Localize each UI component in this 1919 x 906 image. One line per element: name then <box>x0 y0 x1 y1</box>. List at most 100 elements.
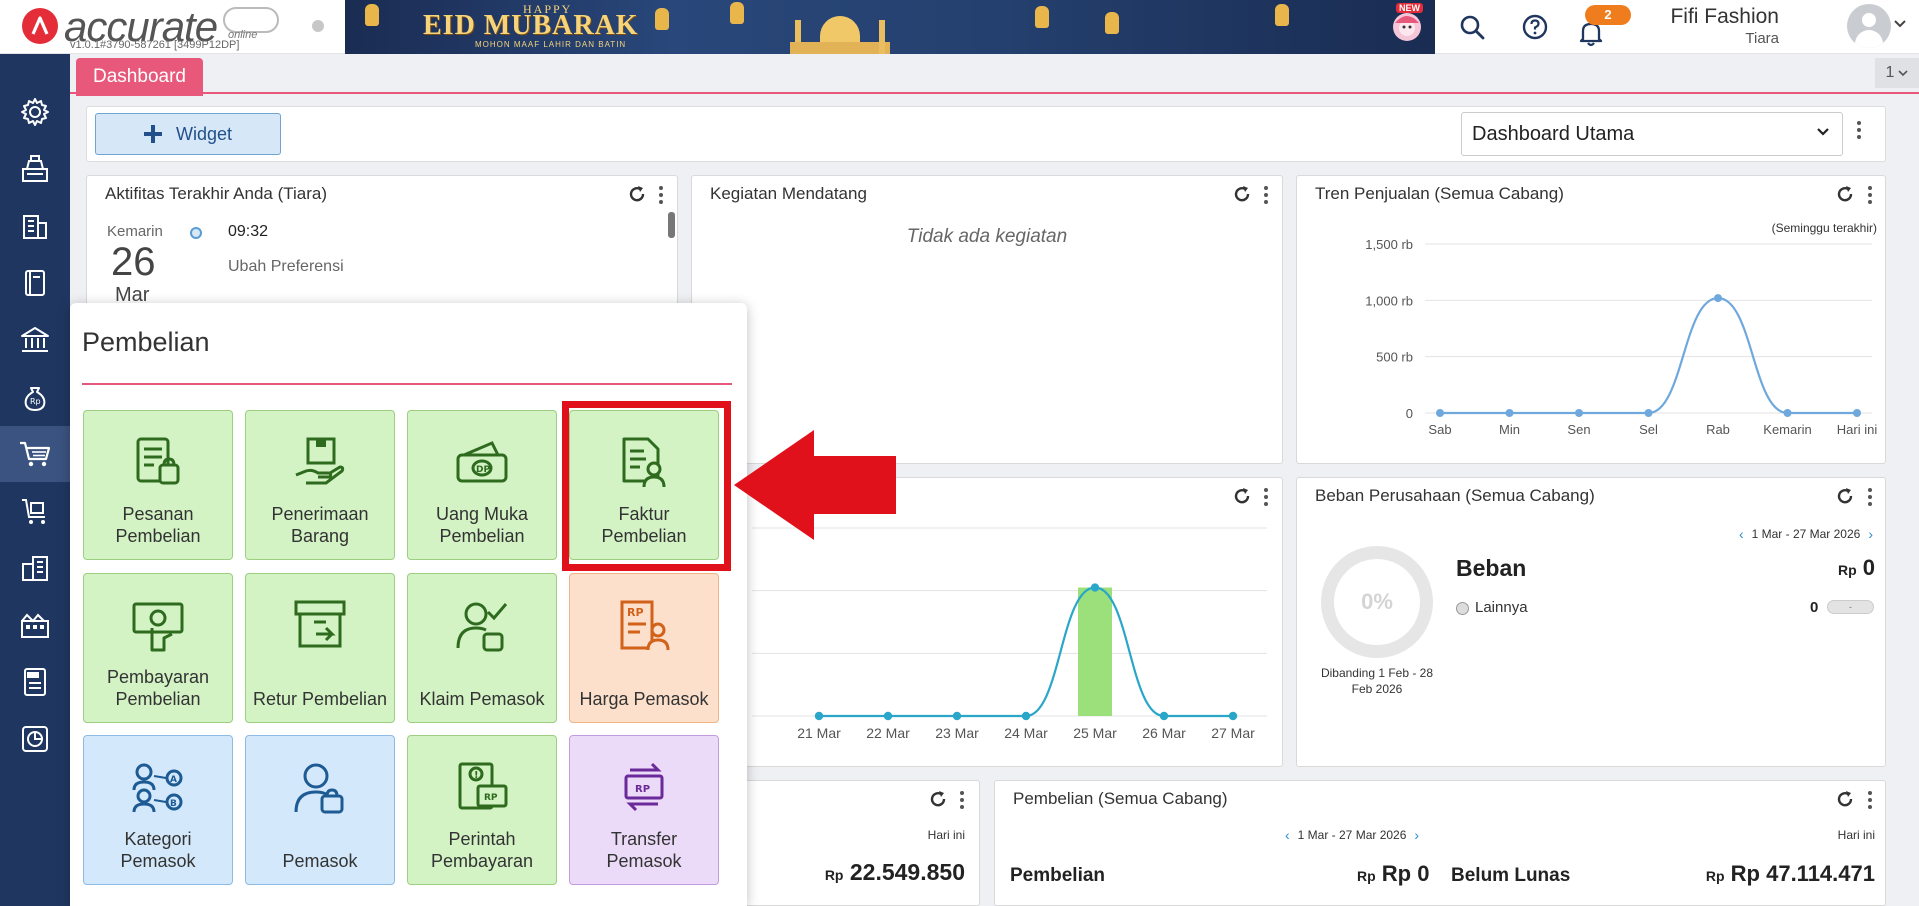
svg-text:RP: RP <box>484 793 498 803</box>
tab-dashboard[interactable]: Dashboard <box>76 58 203 96</box>
sales-summary-value: Rp 22.549.850 <box>824 859 965 885</box>
card-more-icon[interactable] <box>960 791 964 812</box>
expense-item-bar: - <box>1827 600 1874 614</box>
sidebar-item-company[interactable] <box>0 198 70 254</box>
avatar[interactable] <box>1847 4 1891 48</box>
search-icon[interactable] <box>1455 10 1489 44</box>
activity-action: Ubah Preferensi <box>228 258 344 275</box>
chevron-right-icon[interactable]: › <box>1414 827 1419 843</box>
unpaid-value: Rp Rp 47.114.471 <box>1705 861 1875 886</box>
tile-retur-pembelian[interactable]: Retur Pembelian <box>245 573 395 723</box>
trend-point <box>1575 409 1583 417</box>
toolbar-more-icon[interactable] <box>1857 121 1861 142</box>
y-tick-label: 0 <box>1406 406 1413 421</box>
card-more-icon[interactable] <box>659 186 663 207</box>
pointer-arrow-icon <box>734 430 896 540</box>
refresh-icon[interactable] <box>1835 789 1855 809</box>
sidebar-item-settings[interactable] <box>0 84 70 140</box>
sidebar-item-cashier[interactable] <box>0 141 70 197</box>
tile-klaim-pemasok[interactable]: Klaim Pemasok <box>407 573 557 723</box>
purchase-menu-popup: Pembelian Pesanan Pembelian Penerimaan B… <box>70 303 747 906</box>
timeline-dot <box>190 227 202 239</box>
vendor-transfer-icon: RP <box>614 758 674 818</box>
tile-penerimaan-barang[interactable]: Penerimaan Barang <box>245 410 395 560</box>
sales-trend-chart: 1,500 rb 1,000 rb 500 rb 0 Sab Min Sen Sel Rab Ke… <box>1365 237 1878 437</box>
x-tick-label: 24 Mar <box>1004 725 1048 741</box>
vendor-claim-icon <box>452 596 512 656</box>
sidebar-item-tax[interactable] <box>0 654 70 710</box>
add-widget-label: Widget <box>175 123 233 144</box>
dashboard-select[interactable]: Dashboard Utama <box>1461 112 1843 156</box>
chevron-left-icon[interactable]: ‹ <box>1285 827 1290 843</box>
chevron-left-icon[interactable]: ‹ <box>1739 526 1744 542</box>
card-more-icon[interactable] <box>1868 488 1872 509</box>
x-tick-label: Sab <box>1428 422 1451 437</box>
notification-count: 2 <box>1585 5 1631 25</box>
lantern-icon <box>1035 6 1049 28</box>
purchase-menu-title: Pembelian <box>82 327 210 357</box>
lantern-icon <box>365 4 379 26</box>
refresh-icon[interactable] <box>1232 184 1252 204</box>
refresh-icon[interactable] <box>627 184 647 204</box>
chevron-down-icon[interactable] <box>1893 16 1907 34</box>
new-feature-icon[interactable] <box>1390 10 1424 44</box>
sidebar-item-assets[interactable] <box>0 597 70 653</box>
scrollbar[interactable] <box>668 212 675 238</box>
refresh-icon[interactable] <box>928 789 948 809</box>
tile-uang-muka-pembelian[interactable]: DP Uang Muka Pembelian <box>407 410 557 560</box>
lantern-icon <box>730 2 744 24</box>
banner-subtitle: MOHON MAAF LAHIR DAN BATIN <box>475 40 627 49</box>
open-tabs-dropdown[interactable]: 1 <box>1875 58 1919 88</box>
daily-point <box>952 711 962 721</box>
sidebar-item-sales[interactable] <box>0 483 70 539</box>
tile-transfer-pemasok[interactable]: RP Transfer Pemasok <box>569 735 719 885</box>
plus-icon <box>143 125 162 143</box>
daily-point <box>1090 583 1100 592</box>
purchase-period-label: 1 Mar - 27 Mar 2026 <box>1297 828 1407 842</box>
daily-point <box>1228 711 1238 721</box>
company-name[interactable]: Fifi Fashion <box>1670 5 1779 29</box>
trend-line <box>1440 296 1857 415</box>
tile-pemasok[interactable]: Pemasok <box>245 735 395 885</box>
trend-point <box>1505 409 1514 417</box>
sidebar-item-reports[interactable] <box>0 711 70 767</box>
x-tick-label: Kemarin <box>1763 422 1811 437</box>
x-tick-label: 22 Mar <box>866 725 910 741</box>
card-more-icon[interactable] <box>1264 186 1268 207</box>
vendor-category-icon: AB <box>128 758 188 818</box>
tile-label: Transfer Pemasok <box>606 829 682 871</box>
svg-text:A: A <box>170 775 177 785</box>
down-payment-icon: DP <box>452 433 512 493</box>
sales-trend-card: Tren Penjualan (Semua Cabang) (Seminggu … <box>1296 175 1886 464</box>
tile-perintah-pembayaran[interactable]: ! RP Perintah Pembayaran <box>407 735 557 885</box>
card-more-icon[interactable] <box>1868 791 1872 812</box>
x-tick-label: 27 Mar <box>1211 725 1255 741</box>
expense-period-label: 1 Mar - 27 Mar 2026 <box>1751 527 1861 541</box>
activity-time: 09:32 <box>228 223 269 240</box>
chevron-right-icon[interactable]: › <box>1868 526 1873 542</box>
refresh-icon[interactable] <box>1835 486 1855 506</box>
tile-harga-pemasok[interactable]: RP Harga Pemasok <box>569 573 719 723</box>
tile-label: Pemasok <box>282 851 358 871</box>
tile-pesanan-pembelian[interactable]: Pesanan Pembelian <box>83 410 233 560</box>
expense-heading: Beban <box>1456 555 1527 581</box>
activity-day-label: Kemarin <box>107 223 163 240</box>
tile-pembayaran-pembelian[interactable]: Pembayaran Pembelian <box>83 573 233 723</box>
expense-percent: 0% <box>1361 589 1393 614</box>
sidebar-item-ledger[interactable] <box>0 255 70 311</box>
y-tick-label: 500 rb <box>1376 350 1413 365</box>
add-widget-button[interactable]: Widget <box>95 113 281 155</box>
trend-point <box>1644 409 1653 417</box>
trend-point <box>1436 409 1444 417</box>
sidebar-item-inventory[interactable] <box>0 540 70 596</box>
x-tick-label: Hari ini <box>1837 422 1878 437</box>
sidebar-item-bank[interactable] <box>0 312 70 368</box>
building-icon <box>23 215 47 239</box>
sidebar-item-finance[interactable]: Rp <box>0 369 70 425</box>
sales-summary-period: Hari ini <box>927 828 965 842</box>
help-icon[interactable] <box>1518 10 1552 44</box>
status-dot <box>312 20 324 32</box>
sidebar-item-purchase[interactable] <box>0 426 70 482</box>
upcoming-title: Kegiatan Mendatang <box>710 184 867 203</box>
tile-kategori-pemasok[interactable]: AB Kategori Pemasok <box>83 735 233 885</box>
